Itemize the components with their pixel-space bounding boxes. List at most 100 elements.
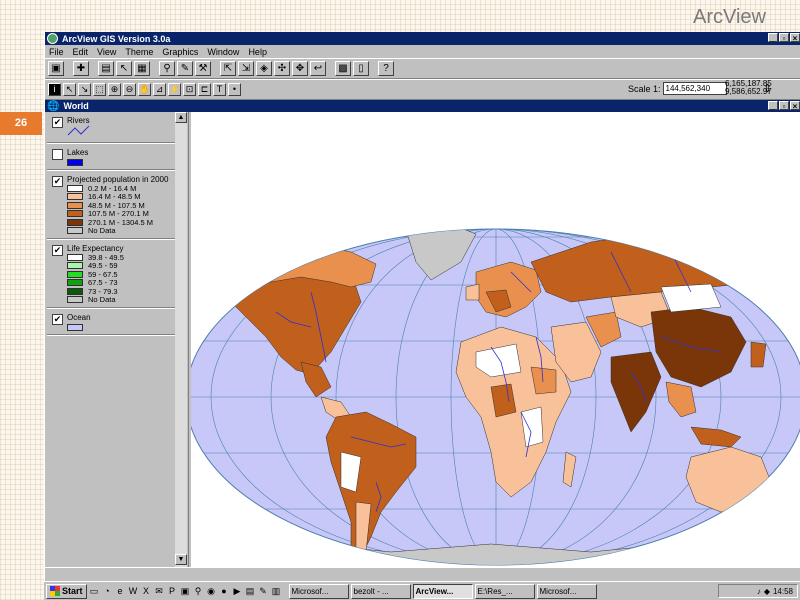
clear-selection-icon[interactable]: ▯	[353, 61, 369, 76]
scale-input[interactable]: 144,562,340	[662, 82, 727, 95]
close-button[interactable]: ×	[790, 33, 800, 43]
menu-file[interactable]: File	[49, 47, 64, 57]
theme-checkbox[interactable]: ✔	[52, 117, 63, 128]
zoom-out-fixed-icon[interactable]: ✥	[292, 61, 308, 76]
zoom-selected-icon[interactable]: ◈	[256, 61, 272, 76]
draw-point-tool-icon[interactable]: •	[228, 83, 241, 96]
quicklaunch-excel-icon[interactable]: X	[141, 586, 152, 597]
add-theme-icon[interactable]: ✚	[73, 61, 89, 76]
task-button[interactable]: E:\Res_...	[474, 583, 535, 599]
scroll-up-icon[interactable]: ▲	[175, 112, 187, 123]
zoom-active-themes-icon[interactable]: ⇲	[238, 61, 254, 76]
quicklaunch-pdf-icon[interactable]: ▥	[271, 586, 282, 597]
minimize-button[interactable]: _	[768, 33, 778, 43]
menu-view[interactable]: View	[97, 47, 116, 57]
theme-checkbox[interactable]	[52, 149, 63, 160]
theme-checkbox[interactable]: ✔	[52, 314, 63, 325]
menu-graphics[interactable]: Graphics	[162, 47, 198, 57]
menu-edit[interactable]: Edit	[73, 47, 89, 57]
quicklaunch-outlook-icon[interactable]: ✉	[154, 586, 165, 597]
quicklaunch-app-icon[interactable]: ▣	[180, 586, 191, 597]
quicklaunch-desktop-icon[interactable]: ▭	[89, 586, 100, 597]
quicklaunch-media-icon[interactable]: ◉	[206, 586, 217, 597]
quicklaunch-player-icon[interactable]: ▶	[232, 586, 243, 597]
restore-button[interactable]: ▫	[779, 33, 789, 43]
open-table-icon[interactable]: ▦	[134, 61, 150, 76]
locate-address-icon[interactable]: ✎	[177, 61, 193, 76]
menu-window[interactable]: Window	[207, 47, 239, 57]
vertex-edit-tool-icon[interactable]: ↘	[78, 83, 91, 96]
task-button[interactable]: Microsof...	[536, 583, 597, 599]
zoom-full-extent-icon[interactable]: ⇱	[220, 61, 236, 76]
theme-ocean[interactable]: ✔ Ocean	[45, 313, 188, 331]
theme-rivers[interactable]: ✔ Rivers	[45, 116, 188, 139]
slide-title: ArcView	[693, 6, 766, 28]
legend-class: 67.5 - 73	[67, 278, 188, 287]
task-button-active[interactable]: ArcView...	[412, 583, 473, 599]
query-builder-icon[interactable]: ⚒	[195, 61, 211, 76]
quicklaunch-ie-icon[interactable]: e	[115, 586, 126, 597]
legend-class: 107.5 M - 270.1 M	[67, 209, 188, 218]
pan-tool-icon[interactable]: ✋	[138, 83, 151, 96]
measure-tool-icon[interactable]: ⊿	[153, 83, 166, 96]
quicklaunch-red-icon[interactable]: ●	[219, 586, 230, 597]
quicklaunch-explorer-icon[interactable]: ◔	[102, 586, 113, 597]
pointer-tool-icon[interactable]: ↖	[63, 83, 76, 96]
edit-legend-icon[interactable]: ↖	[116, 61, 132, 76]
view-minimize-button[interactable]: _	[768, 101, 778, 111]
theme-properties-icon[interactable]: ▤	[98, 61, 114, 76]
view-horizontal-scrollbar[interactable]	[45, 567, 800, 581]
find-icon[interactable]: ⚲	[159, 61, 175, 76]
quicklaunch-misc-icon[interactable]: ✎	[258, 586, 269, 597]
zoom-in-fixed-icon[interactable]: ✣	[274, 61, 290, 76]
tray-speaker-icon[interactable]: ♪	[757, 587, 761, 596]
tray-shield-icon[interactable]: ◆	[764, 587, 770, 596]
theme-population[interactable]: ✔ Projected population in 2000 0.2 M - 1…	[45, 175, 188, 235]
ocean-symbol	[67, 324, 83, 331]
menu-help[interactable]: Help	[248, 47, 267, 57]
theme-life-expectancy[interactable]: ✔ Life Expectancy 39.8 - 49.5 49.5 - 59 …	[45, 244, 188, 304]
toc-vertical-scrollbar[interactable]: ▲ ▼	[175, 112, 187, 567]
quicklaunch-powerpoint-icon[interactable]: P	[167, 586, 178, 597]
identify-tool-icon[interactable]: i	[48, 83, 61, 96]
clock[interactable]: 14:58	[773, 587, 793, 596]
menu-theme[interactable]: Theme	[125, 47, 153, 57]
zoom-out-tool-icon[interactable]: ⊖	[123, 83, 136, 96]
hotlink-tool-icon[interactable]: ⚡	[168, 83, 181, 96]
river-line-symbol	[67, 125, 90, 136]
scale-display: Scale 1: 144,562,340	[628, 82, 727, 95]
help-icon[interactable]: ?	[378, 61, 394, 76]
zoom-previous-icon[interactable]: ↩	[310, 61, 326, 76]
task-button[interactable]: Microsof...	[288, 583, 349, 599]
population-legend: 0.2 M - 16.4 M 16.4 M - 48.5 M 48.5 M - …	[67, 184, 188, 235]
app-titlebar[interactable]: ArcView GIS Version 3.0a _ ▫ ×	[45, 32, 800, 45]
task-button[interactable]: bezolt - ...	[350, 583, 411, 599]
save-project-icon[interactable]: ▣	[48, 61, 64, 76]
tool-bar: i ↖ ↘ ⬚ ⊕ ⊖ ✋ ⊿ ⚡ ⊡ ⊏ T • Scale 1: 144,5…	[45, 79, 800, 100]
theme-checkbox[interactable]: ✔	[52, 245, 63, 256]
text-tool-icon[interactable]: T	[213, 83, 226, 96]
label-tool-icon[interactable]: ⊏	[198, 83, 211, 96]
view-titlebar[interactable]: 🌐 World _ ▫ ×	[45, 100, 800, 112]
quicklaunch-tool-icon[interactable]: ▤	[245, 586, 256, 597]
start-button[interactable]: Start	[46, 583, 87, 599]
quicklaunch-word-icon[interactable]: W	[128, 586, 139, 597]
app-title: ArcView GIS Version 3.0a	[62, 33, 171, 44]
zoom-in-tool-icon[interactable]: ⊕	[108, 83, 121, 96]
view-close-button[interactable]: ×	[790, 101, 800, 111]
map-display[interactable]	[191, 112, 800, 567]
life-expectancy-legend: 39.8 - 49.5 49.5 - 59 59 - 67.5 67.5 - 7…	[67, 253, 188, 304]
system-tray: ♪ ◆ 14:58	[718, 584, 798, 598]
view-restore-button[interactable]: ▫	[779, 101, 789, 111]
table-of-contents: ✔ Rivers Lakes ✔ Projected population in…	[45, 112, 189, 567]
theme-name: Rivers	[67, 116, 90, 125]
quicklaunch-search-icon[interactable]: ⚲	[193, 586, 204, 597]
legend-class: 59 - 67.5	[67, 270, 188, 279]
select-features-icon[interactable]: ▩	[335, 61, 351, 76]
area-of-interest-tool-icon[interactable]: ⊡	[183, 83, 196, 96]
theme-lakes[interactable]: Lakes	[45, 148, 188, 166]
legend-class: No Data	[67, 226, 188, 235]
theme-checkbox[interactable]: ✔	[52, 176, 63, 187]
scroll-down-icon[interactable]: ▼	[175, 554, 187, 565]
select-feature-tool-icon[interactable]: ⬚	[93, 83, 106, 96]
